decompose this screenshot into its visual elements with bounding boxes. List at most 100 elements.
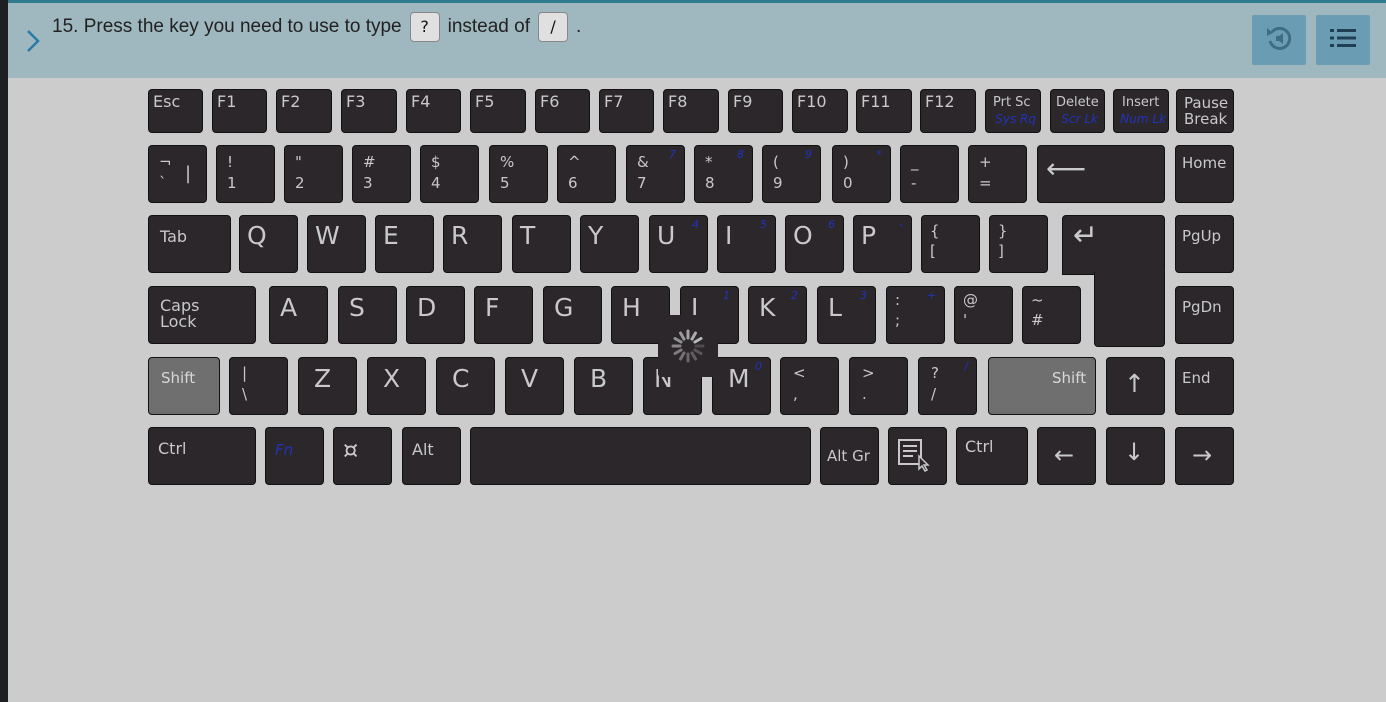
key-6[interactable]: ^ 6 (557, 145, 616, 203)
key-hash[interactable]: ~ # (1022, 286, 1081, 344)
key-insert[interactable]: Insert Num Lk (1113, 89, 1169, 133)
key-esc[interactable]: Esc (148, 89, 203, 133)
key-f7[interactable]: F7 (599, 89, 654, 133)
key-enter[interactable]: ↵ (1062, 215, 1165, 275)
key-q[interactable]: Q (239, 215, 298, 273)
key-f11[interactable]: F11 (856, 89, 912, 133)
key-backspace[interactable]: ⟵ (1037, 145, 1165, 203)
key-g[interactable]: G (543, 286, 602, 344)
key-secondary-label: / (964, 360, 968, 373)
menu-list-button[interactable] (1316, 15, 1370, 65)
key-f10[interactable]: F10 (792, 89, 848, 133)
key-3[interactable]: #3 (352, 145, 411, 203)
key-left-ctrl[interactable]: Ctrl (148, 427, 256, 485)
key-f12[interactable]: F12 (920, 89, 976, 133)
key-home[interactable]: Home (1175, 145, 1234, 203)
key-label: # (363, 153, 376, 171)
key-5[interactable]: % 5 (489, 145, 548, 203)
key-symbol[interactable]: + = (968, 145, 1027, 203)
key-t[interactable]: T (512, 215, 571, 273)
question-header: 15. Press the key you need to use to typ… (8, 3, 1386, 78)
key-w[interactable]: W (307, 215, 366, 273)
key-alt[interactable]: Alt (402, 427, 461, 485)
key-y[interactable]: Y (580, 215, 639, 273)
key-secondary-label: 0 (755, 360, 762, 373)
key-backslash[interactable]: | \ (229, 357, 288, 415)
key-caps-lock[interactable]: Caps Lock (148, 286, 256, 344)
key-pause-break[interactable]: Pause Break (1176, 89, 1234, 133)
key-prtsc[interactable]: Prt Sc Sys Rq (985, 89, 1041, 133)
key-f[interactable]: F (474, 286, 533, 344)
key-symbol[interactable]: _ - (900, 145, 959, 203)
key-e[interactable]: E (375, 215, 434, 273)
key-left-bracket[interactable]: {[ (921, 215, 980, 273)
key-left-shift[interactable]: Shift (148, 357, 220, 415)
key-f2[interactable]: F2 (276, 89, 332, 133)
key-9[interactable]: (9 9 (762, 145, 821, 203)
key-enter-lower[interactable] (1094, 272, 1165, 347)
key-tab[interactable]: Tab (148, 215, 231, 273)
key-slash[interactable]: ? / / (918, 357, 977, 415)
key-label: Insert (1122, 95, 1160, 110)
key-c[interactable]: C (436, 357, 495, 415)
key-f3[interactable]: F3 (341, 89, 397, 133)
key-backtick[interactable]: ¬ ` | (148, 145, 207, 203)
key-4[interactable]: $4 (420, 145, 479, 203)
key-b[interactable]: B (574, 357, 633, 415)
key-f5[interactable]: F5 (470, 89, 526, 133)
key-s[interactable]: S (338, 286, 397, 344)
key-f4[interactable]: F4 (406, 89, 461, 133)
key-arrow-down[interactable]: ↓ (1106, 427, 1165, 485)
key-a[interactable]: A (269, 286, 328, 344)
current-key-badge: / (538, 12, 569, 42)
chevron-right-icon[interactable] (26, 29, 48, 55)
key-right-shift[interactable]: Shift (988, 357, 1096, 415)
key-arrow-left[interactable]: ← (1037, 427, 1096, 485)
key-pgup[interactable]: PgUp (1175, 215, 1234, 273)
key-2[interactable]: " 2 (284, 145, 343, 203)
key-p[interactable]: P- (853, 215, 912, 273)
key-apostrophe[interactable]: @ ' (954, 286, 1013, 344)
key-spacebar[interactable] (470, 427, 811, 485)
key-r[interactable]: R (443, 215, 502, 273)
key-8[interactable]: * 8 8 (694, 145, 753, 203)
key-pgdn[interactable]: PgDn (1175, 286, 1234, 344)
key-windows[interactable]: ¤ (333, 427, 392, 485)
key-m[interactable]: M0 (712, 357, 771, 415)
key-right-bracket[interactable]: }] (989, 215, 1048, 273)
key-0[interactable]: ) 0 * (832, 145, 891, 203)
key-alt-gr[interactable]: Alt Gr (820, 427, 879, 485)
key-right-ctrl[interactable]: Ctrl (956, 427, 1028, 485)
key-k[interactable]: K2 (748, 286, 807, 344)
key-label: ! (227, 153, 234, 171)
key-i[interactable]: I5 (717, 215, 776, 273)
key-v[interactable]: V (505, 357, 564, 415)
key-semicolon[interactable]: :; + (886, 286, 945, 344)
key-fn[interactable]: Fn (265, 427, 324, 485)
key-f8[interactable]: F8 (663, 89, 719, 133)
key-label: 9 (773, 174, 783, 192)
key-7[interactable]: & 7 7 (626, 145, 685, 203)
key-z[interactable]: Z (298, 357, 357, 415)
key-comma[interactable]: <, (780, 357, 839, 415)
key-delete[interactable]: Delete Scr Lk (1050, 89, 1105, 133)
key-1[interactable]: ! 1 (216, 145, 275, 203)
key-arrow-right[interactable]: → (1175, 427, 1234, 485)
key-l[interactable]: L3 (817, 286, 876, 344)
key-arrow-up[interactable]: ↑ (1106, 357, 1165, 415)
key-period[interactable]: >. (849, 357, 908, 415)
key-end[interactable]: End (1175, 357, 1234, 415)
key-label: Delete (1056, 95, 1099, 110)
key-context-menu[interactable] (888, 427, 947, 485)
key-o[interactable]: O6 (785, 215, 844, 273)
key-d[interactable]: D (406, 286, 465, 344)
key-x[interactable]: X (367, 357, 426, 415)
key-f1[interactable]: F1 (212, 89, 267, 133)
key-secondary-label: 2 (791, 289, 798, 302)
key-label: D (417, 293, 437, 322)
key-f9[interactable]: F9 (728, 89, 783, 133)
key-label: : (895, 291, 901, 309)
replay-audio-button[interactable] (1252, 15, 1306, 65)
key-u[interactable]: U4 (649, 215, 708, 273)
key-f6[interactable]: F6 (535, 89, 590, 133)
